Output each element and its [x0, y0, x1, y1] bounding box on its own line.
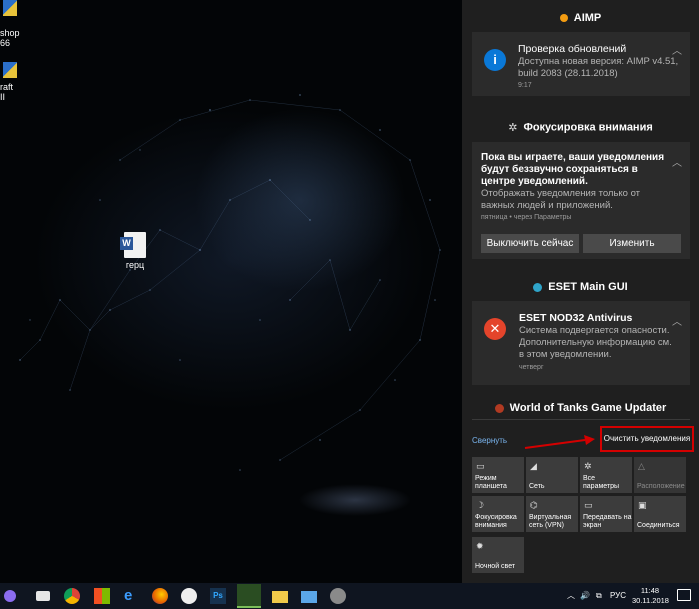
vpn-icon: ⌬: [530, 500, 538, 510]
desktop: shop 66 raft II W герц: [0, 0, 462, 583]
edge-icon[interactable]: e: [124, 588, 140, 604]
camera-icon[interactable]: [36, 591, 50, 601]
clock-time: 11:48: [640, 586, 660, 595]
moon-icon: ☽: [476, 500, 485, 510]
network-tray-icon[interactable]: ⧉: [596, 583, 602, 609]
shield-icon: [3, 62, 17, 78]
quick-action-vpn[interactable]: ⌬ Виртуальная сеть (VPN): [526, 496, 578, 532]
quick-action-network[interactable]: ◢ Сеть: [526, 457, 578, 493]
tool-icon[interactable]: [330, 588, 346, 604]
taskbar: e Ps ︿ 🔊 ⧉ РУС 11:48 30.11.2018: [0, 583, 699, 609]
wot-icon: [494, 403, 504, 413]
quick-action-night-light[interactable]: ✹ Ночной свет: [472, 537, 524, 573]
info-icon: i: [484, 49, 506, 71]
annotation-arrow: [524, 435, 595, 449]
change-button[interactable]: Изменить: [583, 234, 681, 253]
notification-title: Пока вы играете, ваши уведомления будут …: [481, 152, 665, 187]
tablet-mode-icon: ▭: [476, 461, 485, 471]
photoshop-taskbar-icon[interactable]: Ps: [210, 588, 226, 604]
photoshop-icon: [3, 0, 17, 16]
chevron-up-icon[interactable]: ︿: [672, 313, 682, 328]
chevron-up-icon[interactable]: ︿: [672, 42, 682, 57]
quick-action-all-settings[interactable]: ✲ Все параметры: [580, 457, 632, 493]
annotation-arrow: [345, 428, 462, 458]
eset-icon: [533, 282, 543, 292]
firefox-icon[interactable]: [152, 588, 168, 604]
app-header-focus-assist: ✲ Фокусировка внимания: [508, 121, 653, 134]
desktop-icon-starcraft[interactable]: raft II: [0, 62, 20, 102]
collapse-link[interactable]: Свернуть: [472, 436, 507, 445]
clock[interactable]: 11:48 30.11.2018: [632, 586, 669, 606]
divider: [472, 419, 690, 420]
desktop-icon-photoshop[interactable]: shop 66: [0, 0, 20, 48]
location-icon: △: [638, 461, 645, 471]
word-document-icon: W: [120, 232, 146, 258]
action-center-icon[interactable]: [677, 589, 691, 601]
action-center: AIMP i Проверка обновлений Доступна нова…: [462, 0, 699, 583]
notification-body: Доступна новая версия: AIMP v4.51, build…: [518, 56, 679, 79]
aimp-icon: [559, 14, 568, 23]
language-indicator[interactable]: РУС: [610, 583, 626, 609]
turn-off-now-button[interactable]: Выключить сейчас: [481, 234, 579, 253]
cortana-icon[interactable]: [4, 590, 16, 602]
wot-taskbar-icon[interactable]: [237, 584, 261, 608]
quick-action-connect[interactable]: ▣ Соединиться: [634, 496, 686, 532]
wallpaper-star-field: [19, 94, 441, 471]
store-icon[interactable]: [94, 588, 110, 604]
notification-time: пятница • через Параметры: [481, 214, 572, 221]
tray-chevron-up-icon[interactable]: ︿: [567, 583, 575, 609]
notification-eset[interactable]: ✕ ESET NOD32 Antivirus Система подвергае…: [472, 301, 690, 385]
desktop-icon-word-doc[interactable]: W герц: [117, 232, 153, 270]
notification-time: четверг: [519, 364, 544, 371]
chrome-icon[interactable]: [64, 588, 80, 604]
quick-action-tablet-mode[interactable]: ▭ Режим планшета: [472, 457, 524, 493]
network-icon: ◢: [530, 461, 537, 471]
notification-body: Система подвергается опасности. Дополнит…: [519, 325, 672, 360]
media-player-icon[interactable]: [181, 588, 197, 604]
notification-title: ESET NOD32 Antivirus: [519, 312, 633, 324]
chevron-up-icon[interactable]: ︿: [672, 154, 682, 169]
notification-body: Отображать уведомления только от важных …: [481, 188, 641, 211]
clock-date: 30.11.2018: [632, 596, 669, 605]
quick-action-project[interactable]: ▭ Передавать на экран: [580, 496, 632, 532]
quick-action-location[interactable]: △ Расположение: [634, 457, 686, 493]
file-explorer-icon[interactable]: [272, 591, 288, 603]
app-header-aimp: AIMP: [462, 12, 699, 24]
night-light-icon: ✹: [476, 541, 484, 551]
quick-action-focus-assist[interactable]: ☽ Фокусировка внимания: [472, 496, 524, 532]
volume-icon[interactable]: 🔊: [580, 583, 590, 609]
gear-icon: ✲: [508, 122, 518, 134]
notification-aimp[interactable]: i Проверка обновлений Доступна новая вер…: [472, 32, 690, 96]
notification-time: 9:17: [518, 82, 532, 89]
app-header-eset: ESET Main GUI: [462, 281, 699, 293]
notes-icon[interactable]: [301, 591, 317, 603]
project-icon: ▭: [584, 500, 593, 510]
notification-title: Проверка обновлений: [518, 43, 627, 55]
notification-focus-assist[interactable]: Пока вы играете, ваши уведомления будут …: [472, 142, 690, 259]
gear-icon: ✲: [584, 461, 592, 471]
app-header-wot: World of Tanks Game Updater: [462, 402, 699, 414]
connect-icon: ▣: [638, 500, 647, 510]
error-icon: ✕: [484, 318, 506, 340]
